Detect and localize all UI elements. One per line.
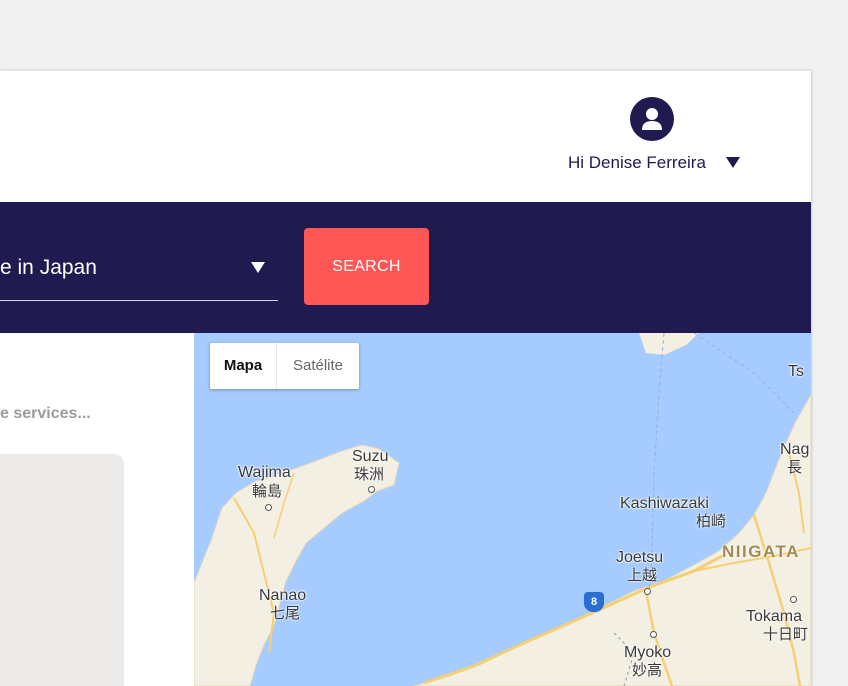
search-button[interactable]: SEARCH xyxy=(304,228,429,305)
mainland xyxy=(413,393,811,686)
map-type-mapa-button[interactable]: Mapa xyxy=(210,343,277,389)
map-type-control: Mapa Satélite xyxy=(210,343,359,389)
top-header: Hi Denise Ferreira xyxy=(0,70,811,203)
caret-down-icon[interactable] xyxy=(726,157,740,168)
place-joetsu: Joetsu xyxy=(616,549,664,566)
place-myoko: Myoko xyxy=(624,644,672,661)
city-dot-myoko xyxy=(650,631,657,638)
sado-tip xyxy=(639,333,699,355)
place-nagaoka-jp: 長 xyxy=(787,459,803,476)
user-greeting[interactable]: Hi Denise Ferreira xyxy=(568,153,706,173)
place-ts: Ts xyxy=(788,363,804,380)
place-kashiwazaki-jp: 柏崎 xyxy=(696,513,727,530)
services-text: e services... xyxy=(0,405,91,422)
city-dot-suzu xyxy=(368,486,375,493)
place-joetsu-jp: 上越 xyxy=(627,567,658,584)
place-wajima-jp: 輪島 xyxy=(252,483,283,500)
place-kashiwazaki: Kashiwazaki xyxy=(620,495,709,512)
place-nagaoka: Nag xyxy=(780,441,810,458)
place-wajima: Wajima xyxy=(238,464,291,481)
road-shield-icon: 8 xyxy=(584,592,604,612)
place-nanao-jp: 七尾 xyxy=(270,605,301,622)
map-type-satellite-button[interactable]: Satélite xyxy=(277,343,359,389)
search-bar: e in Japan SEARCH xyxy=(0,202,811,333)
select-caret-icon[interactable] xyxy=(251,262,265,273)
city-dot-tokamachi xyxy=(790,596,797,603)
map-view[interactable]: Mapa Satélite Wajima 輪島 Suzu 珠洲 Nanao 七尾… xyxy=(194,333,811,686)
place-tokamachi: Tokama xyxy=(746,608,803,625)
place-suzu: Suzu xyxy=(352,448,389,465)
city-dot-wajima xyxy=(265,504,272,511)
user-avatar[interactable] xyxy=(630,97,674,141)
place-myoko-jp: 妙高 xyxy=(632,662,663,679)
app-window: Hi Denise Ferreira e in Japan SEARCH e s… xyxy=(0,70,811,686)
region-niigata: NIIGATA xyxy=(722,542,800,561)
place-tokamachi-jp: 十日町 xyxy=(763,626,809,643)
city-dot-joetsu xyxy=(644,588,651,595)
location-select-value: e in Japan xyxy=(0,256,97,279)
place-suzu-jp: 珠洲 xyxy=(354,466,385,483)
result-card[interactable] xyxy=(0,454,124,686)
results-panel: e services... xyxy=(0,333,194,686)
user-icon xyxy=(642,108,662,130)
place-nanao: Nanao xyxy=(259,587,307,604)
